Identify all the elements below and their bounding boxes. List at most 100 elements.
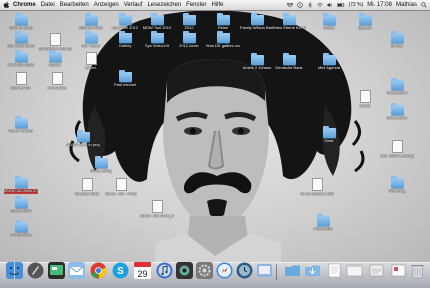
desktop-folder[interactable]: Video Ebene ILE Wilm: [272, 13, 306, 31]
folder-icon: [150, 31, 164, 43]
desktop-document[interactable]: Unterl.: [74, 52, 108, 71]
apple-icon[interactable]: [3, 1, 10, 9]
desktop-document[interactable]: LB Wilhelm Nov 2011 pdf: [38, 33, 72, 52]
itunes-icon[interactable]: [156, 262, 173, 279]
documents-icon[interactable]: [326, 262, 343, 279]
desktop-document[interactable]: Chartes 2012: [70, 178, 104, 197]
bluetooth-icon[interactable]: [307, 2, 313, 8]
folder-icon: [390, 176, 404, 188]
desktop-folder[interactable]: Exports: [348, 13, 382, 31]
folder-icon: [14, 13, 28, 25]
document-icon: [359, 90, 371, 103]
photo-icon[interactable]: [176, 262, 193, 279]
skype-icon[interactable]: S: [112, 262, 129, 279]
folder-icon: [150, 13, 164, 25]
menu-window[interactable]: Fenster: [186, 2, 206, 8]
menu-user[interactable]: Mathias: [396, 2, 417, 8]
folder-icon: [216, 13, 230, 25]
menu-view[interactable]: Anzeigen: [94, 2, 119, 8]
wifi-icon[interactable]: [316, 2, 323, 8]
desktop-folder[interactable]: Gallery: [108, 31, 142, 49]
desktop-folder[interactable]: Moos sitting: [84, 156, 118, 174]
dropbox-icon[interactable]: [286, 2, 293, 8]
window-icon-3[interactable]: [390, 262, 407, 279]
rocket-icon[interactable]: [27, 262, 44, 279]
desktop-folder[interactable]: Ordner: [380, 31, 414, 49]
desktop-folder[interactable]: MUNK work in progress: [66, 130, 100, 148]
desktop-folder[interactable]: mobile: [312, 13, 346, 31]
desktop-folder[interactable]: Paul mechel: [108, 70, 142, 88]
desktop-folder[interactable]: Family Wilson Bank: [240, 13, 274, 31]
trash-icon[interactable]: [409, 262, 426, 279]
desktop-folder[interactable]: Screenshot: [380, 78, 414, 96]
desktop-folder[interactable]: Mini Agenda: [312, 53, 346, 71]
mail-icon[interactable]: [68, 262, 85, 279]
folder-icon: [322, 126, 336, 138]
desktop-folder[interactable]: Wilhelm 2011: [74, 13, 108, 31]
desktop-folder[interactable]: Cafe Alto 2012: [4, 50, 38, 68]
desktop-document[interactable]: Munk - DK - Final: [104, 178, 138, 197]
folder-icon: [14, 31, 28, 43]
desktop-folder[interactable]: FOLDER3: [306, 214, 340, 232]
desktop-folder[interactable]: Werbung: [380, 176, 414, 194]
menu-clock[interactable]: Mi. 17:08: [367, 2, 392, 8]
folder-icon: [250, 13, 264, 25]
desktop-folder-selected[interactable]: MUNK Alu Alles 2012: [4, 176, 38, 194]
app-icon[interactable]: [256, 262, 273, 279]
desktop-folder[interactable]: Der Trailer: [74, 31, 108, 49]
finder-icon[interactable]: [6, 262, 23, 279]
desktop-folder[interactable]: Wos DK galbes cover: [206, 31, 240, 49]
desktop-document[interactable]: Ord. 2012 Leistungen: [380, 140, 414, 159]
time-machine-icon[interactable]: [236, 262, 253, 279]
folder-icon: [282, 13, 296, 25]
menu-help[interactable]: Hilfe: [211, 2, 223, 8]
menu-history[interactable]: Verlauf: [124, 2, 143, 8]
desktop-folder[interactable]: MDW Tool 2012: [140, 13, 174, 31]
desktop-document[interactable]: Banner Ra-: [4, 72, 38, 91]
window-icon[interactable]: [346, 262, 363, 279]
desktop-folder[interactable]: Dokumente: [380, 103, 414, 121]
volume-icon[interactable]: [327, 2, 333, 8]
menu-app-name[interactable]: Chrome: [13, 2, 36, 8]
folder-icon: [84, 13, 98, 25]
desktop-folder[interactable]: Sys Video-Kit: [140, 31, 174, 49]
menu-file[interactable]: Datei: [41, 2, 55, 8]
desktop-folder[interactable]: Spoiler: [38, 50, 72, 68]
menu-edit[interactable]: Bearbeiten: [60, 2, 89, 8]
chrome-icon[interactable]: [90, 262, 107, 279]
settings-icon[interactable]: [196, 262, 213, 279]
desktop-folder[interactable]: FK-Gomma: [4, 220, 38, 238]
ical-icon[interactable]: 29: [134, 262, 151, 279]
desktop-folder[interactable]: 2012: [172, 13, 206, 31]
desktop-folder[interactable]: Desk: [312, 126, 346, 144]
dashboard-icon[interactable]: [48, 262, 65, 279]
folder-icon: [390, 31, 404, 43]
menu-bar: Chrome Datei Bearbeiten Anzeigen Verlauf…: [0, 0, 430, 11]
folder-icon: [14, 176, 28, 188]
folder-icon: [322, 53, 336, 65]
desktop-folder[interactable]: Guido 2012: [4, 196, 38, 214]
desktop-folder[interactable]: Amels 2 Johann: [240, 53, 274, 71]
desktop-folder[interactable]: Kalender 2012: [108, 13, 142, 31]
desktop-folder[interactable]: Reise: [206, 13, 240, 31]
desktop-document[interactable]: Musik: [348, 90, 382, 109]
desktop-folder[interactable]: 2012 cover: [172, 31, 206, 49]
time-machine-status-icon[interactable]: [296, 2, 303, 8]
menu-bookmarks[interactable]: Lesezeichen: [147, 2, 181, 8]
desktop-folder[interactable]: Deutsche Bank: [272, 53, 306, 71]
folder-icon: [316, 214, 330, 226]
folder-icon: [118, 70, 132, 82]
spotlight-icon[interactable]: [421, 2, 427, 8]
folder-icon: [358, 13, 372, 25]
desktop-folder[interactable]: MINI-E video: [4, 13, 38, 31]
safari-icon[interactable]: [216, 262, 233, 279]
document-icon: [49, 33, 61, 46]
desktop-document[interactable]: Munk - DK Final_3: [140, 200, 174, 219]
desktop-document[interactable]: xmaswave: [40, 72, 74, 91]
window-icon-2[interactable]: [368, 262, 385, 279]
folder-icon[interactable]: [284, 262, 301, 279]
desktop-folder[interactable]: Neuer Ordner: [4, 116, 38, 134]
desktop-document[interactable]: Ya De Gomma 2012: [300, 178, 334, 197]
downloads-icon[interactable]: [304, 262, 321, 279]
desktop-folder[interactable]: Mai 2012 video: [4, 31, 38, 49]
